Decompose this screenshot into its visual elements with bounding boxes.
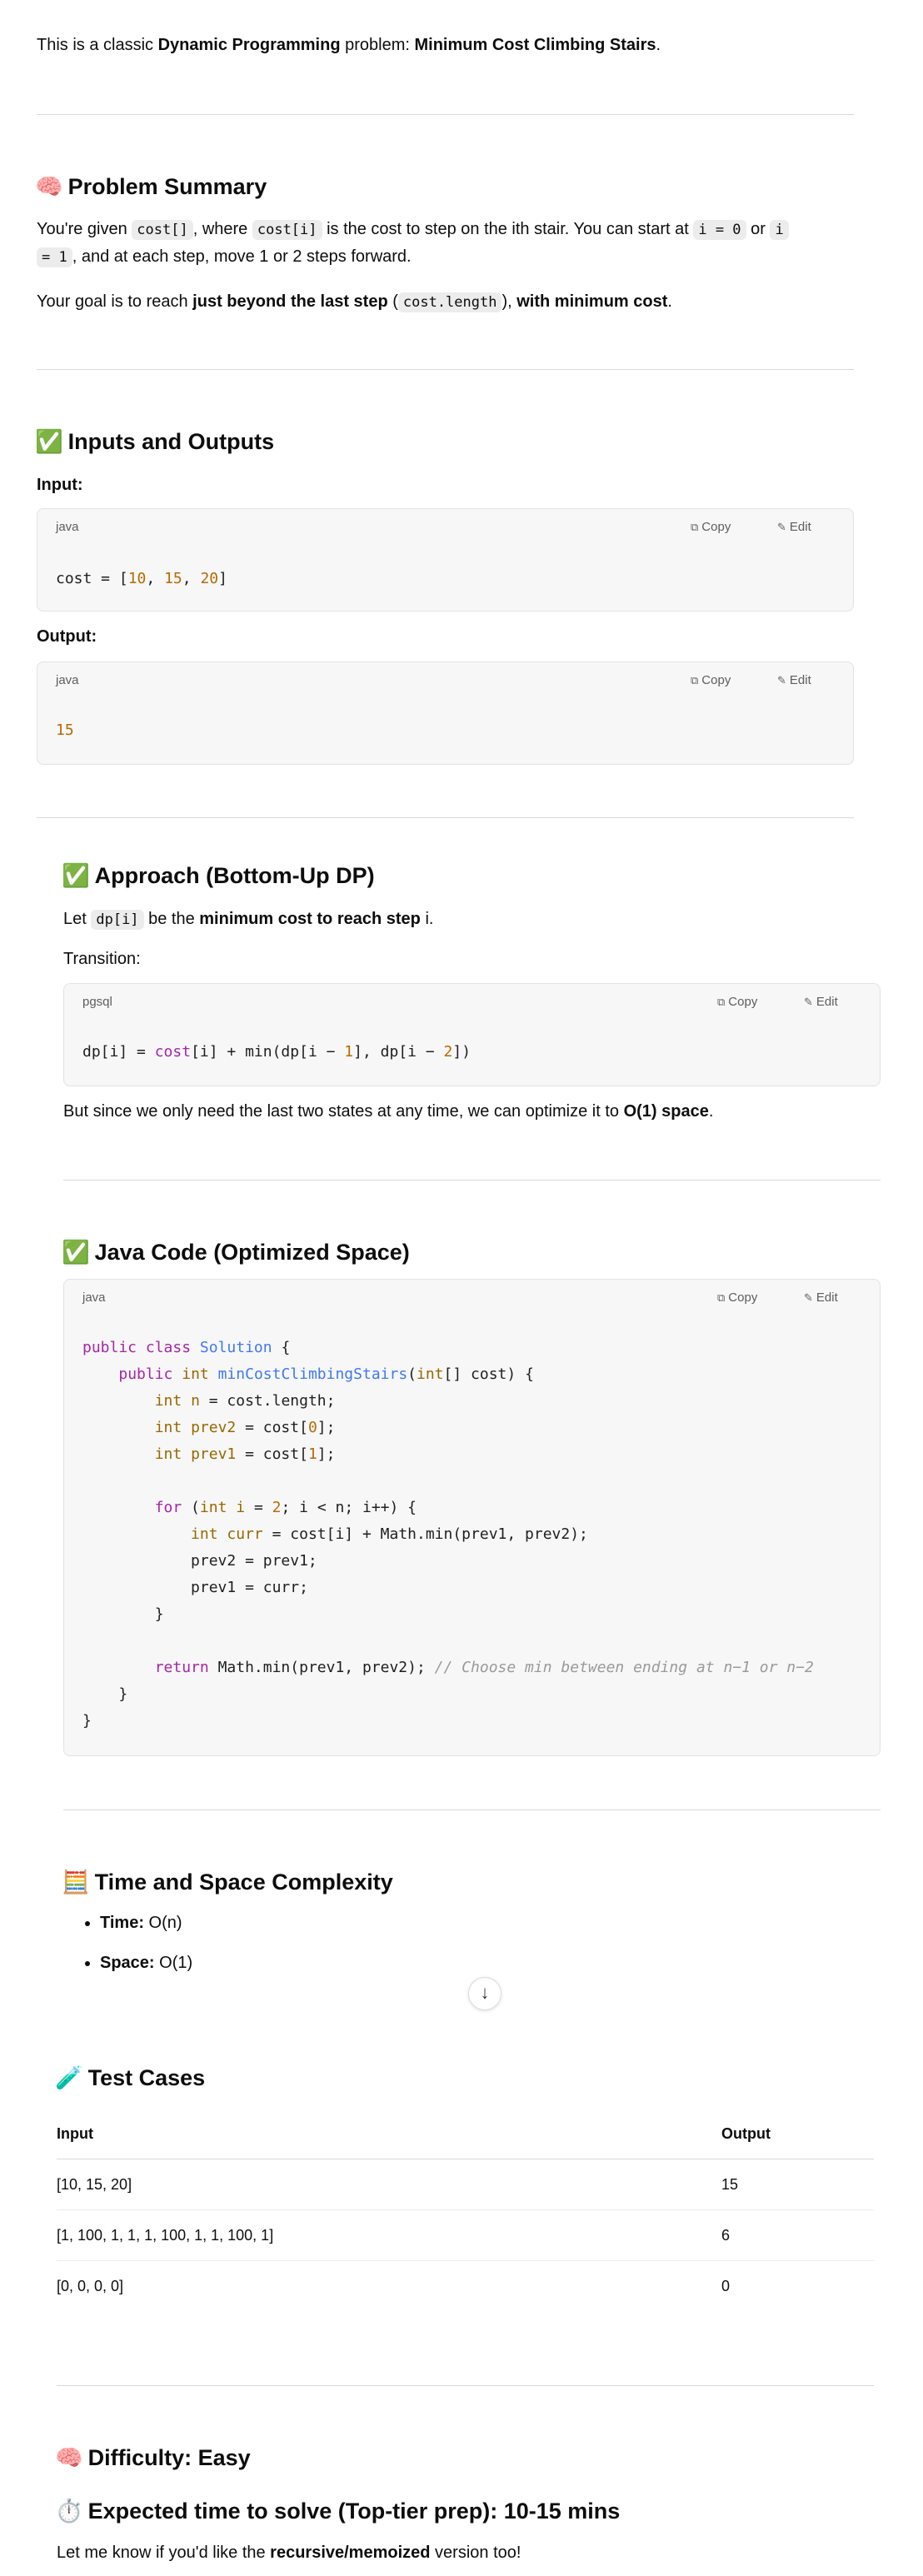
copy-icon: ⧉	[717, 1291, 726, 1304]
expected-time-heading: ⏱️ Expected time to solve (Top-tier prep)…	[55, 2499, 621, 2524]
edit-button[interactable]: ✎ Edit	[777, 519, 811, 536]
edit-icon: ✎	[777, 521, 786, 533]
table-row: [10, 15, 20] 15	[57, 2159, 874, 2210]
list-item: Time: O(n)	[100, 1910, 192, 1936]
difficulty-heading: 🧠 Difficulty: Easy	[55, 2445, 251, 2471]
cell-input: [10, 15, 20]	[57, 2159, 721, 2210]
copy-icon: ⧉	[691, 674, 699, 686]
check-icon: ✅	[62, 1240, 90, 1266]
arrow-down-icon: ↓	[480, 1982, 490, 2003]
section-heading-java: ✅ Java Code (Optimized Space)	[62, 1240, 410, 1266]
input-code-block: java ⧉ Copy ✎ Edit cost = [10, 15, 20]	[37, 508, 854, 612]
list-item: Space: O(1)	[100, 1949, 192, 1976]
copy-button[interactable]: ⧉ Copy	[717, 1290, 757, 1306]
copy-icon: ⧉	[691, 521, 699, 533]
edit-button[interactable]: ✎ Edit	[804, 1290, 838, 1306]
edit-icon: ✎	[804, 1291, 813, 1304]
section-heading-approach: ✅ Approach (Bottom-Up DP)	[62, 863, 375, 889]
copy-button[interactable]: ⧉ Copy	[691, 672, 731, 689]
code-language: pgsql	[82, 995, 112, 1009]
output-code-block: java ⧉ Copy ✎ Edit 15	[37, 661, 854, 765]
divider	[37, 114, 854, 115]
column-header-output: Output	[721, 2109, 874, 2159]
brain-icon: 🧠	[55, 2445, 83, 2471]
code-content: dp[i] = cost[i] + min(dp[i − 1], dp[i − …	[82, 1043, 471, 1061]
approach-paragraph: Let dp[i] be the minimum cost to reach s…	[63, 910, 434, 930]
copy-icon: ⧉	[717, 996, 726, 1008]
column-header-input: Input	[57, 2109, 721, 2159]
transition-code-block: pgsql ⧉ Copy ✎ Edit dp[i] = cost[i] + min(…	[63, 983, 881, 1086]
cell-output: 6	[721, 2209, 874, 2261]
complexity-list: Time: O(n) Space: O(1)	[63, 1910, 192, 1989]
check-icon: ✅	[35, 429, 63, 455]
edit-icon: ✎	[777, 674, 786, 686]
code-language: java	[56, 520, 79, 534]
cell-input: [0, 0, 0, 0]	[57, 2278, 124, 2294]
section-heading-tests: 🧪 Test Cases	[55, 2065, 206, 2091]
code-content: 15	[56, 721, 74, 739]
test-cases-table: Input Output [10, 15, 20] 15 [1, 100, 1,…	[57, 2109, 874, 2311]
table-header-row: Input Output	[57, 2109, 874, 2159]
cell-input: [1, 100, 1, 1, 1, 100, 1, 1, 100, 1]	[57, 2209, 721, 2261]
scroll-to-bottom-button[interactable]: ↓	[468, 1977, 501, 2010]
output-label: Output:	[37, 627, 97, 646]
section-heading-io: ✅ Inputs and Outputs	[35, 429, 275, 455]
stopwatch-icon: ⏱️	[55, 2499, 83, 2524]
edit-icon: ✎	[804, 996, 813, 1008]
brain-icon: 🧠	[35, 174, 63, 200]
transition-label: Transition:	[63, 950, 141, 968]
code-content: cost = [10, 15, 20]	[56, 570, 227, 587]
cell-output: 15	[721, 2159, 874, 2210]
copy-button[interactable]: ⧉ Copy	[691, 519, 731, 536]
table-row: [1, 100, 1, 1, 1, 100, 1, 1, 100, 1] 6	[57, 2209, 874, 2261]
optimization-paragraph: But since we only need the last two stat…	[63, 1102, 714, 1121]
code-language: java	[56, 673, 79, 687]
test-tube-icon: 🧪	[55, 2065, 83, 2091]
divider	[37, 369, 854, 370]
section-heading-summary: 🧠 Problem Summary	[35, 174, 267, 200]
cell-output: 0	[721, 2278, 731, 2294]
summary-paragraph: You're given cost[], where cost[i] is th…	[37, 216, 861, 271]
edit-button[interactable]: ✎ Edit	[777, 672, 811, 689]
abacus-icon: 🧮	[62, 1870, 90, 1895]
edit-button[interactable]: ✎ Edit	[804, 994, 838, 1011]
code-language: java	[82, 1290, 106, 1305]
java-code-block: java ⧉ Copy ✎ Edit public class Solution {…	[63, 1279, 881, 1756]
code-content: public class Solution { public int minCo…	[82, 1339, 814, 1730]
section-heading-complexity: 🧮 Time and Space Complexity	[62, 1870, 393, 1895]
divider	[57, 2385, 874, 2386]
input-label: Input:	[37, 476, 83, 494]
closing-text: Let me know if you'd like the recursive/…	[57, 2544, 521, 2562]
goal-paragraph: Your goal is to reach just beyond the la…	[37, 292, 672, 312]
divider	[63, 1180, 881, 1181]
check-icon: ✅	[62, 863, 90, 889]
intro-text: This is a classic Dynamic Programming pr…	[37, 36, 661, 54]
copy-button[interactable]: ⧉ Copy	[717, 994, 757, 1011]
table-row: [0, 0, 0, 0] 0	[57, 2261, 874, 2312]
divider	[37, 817, 854, 818]
